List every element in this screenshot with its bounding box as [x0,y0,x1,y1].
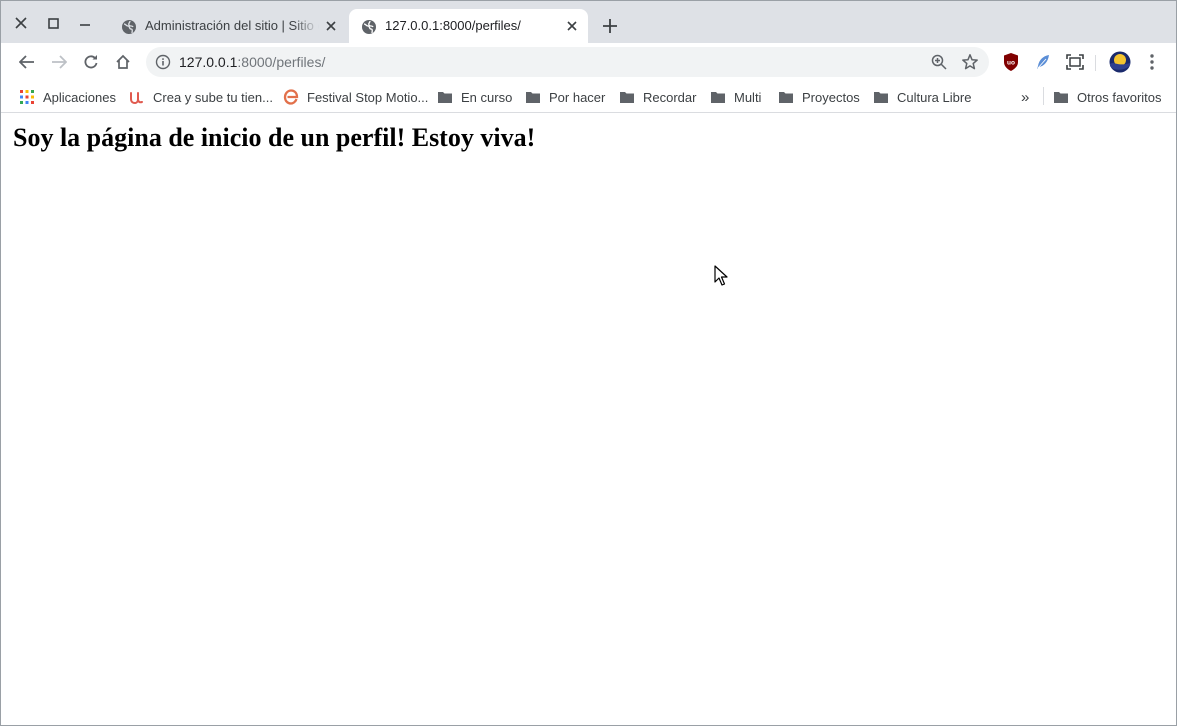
url-text[interactable]: 127.0.0.1:8000/perfiles/ [179,54,325,70]
bookmark-folder-multi[interactable]: Multi [710,86,761,108]
home-icon[interactable] [112,51,134,73]
bookmark-label: En curso [461,89,513,105]
bookmark-festival-stop-motion[interactable]: Festival Stop Motio... [283,86,428,108]
bookmarks-divider [1043,87,1044,105]
udemy-icon [130,92,143,105]
mouse-cursor-icon [714,265,728,286]
forward-arrow-icon[interactable] [48,51,70,73]
bookmark-label: Recordar [643,89,697,105]
bookmark-label: Crea y sube tu tien... [153,89,273,105]
bookmark-label: Cultura Libre [897,89,972,105]
folder-icon [620,92,634,103]
url-host: 127.0.0.1 [179,54,238,70]
bookmark-label: Multi [734,89,762,105]
bookmark-crea-tienda[interactable]: Crea y sube tu tien... [129,86,273,108]
tab-django-admin[interactable]: Administración del sitio | Sitio de admi… [109,9,347,43]
svg-text:uo: uo [1007,60,1015,67]
address-bar[interactable]: 127.0.0.1:8000/perfiles/ [146,47,989,77]
bookmark-label: Proyectos [802,89,860,105]
tab-strip: Administración del sitio | Sitio de admi… [1,1,1176,43]
info-icon[interactable] [155,54,171,70]
bookmark-label: Otros favoritos [1077,89,1162,105]
bookmark-folder-proyectos[interactable]: Proyectos [778,86,860,108]
apps-grid-icon [20,90,34,104]
bookmark-folder-cultura-libre[interactable]: Cultura Libre [873,86,971,108]
e-site-icon [283,89,299,105]
folder-icon [526,92,540,103]
bookmarks-bar: Aplicaciones Crea y sube tu tien... Fest… [1,81,1176,113]
tab-title: Administración del sitio | Sitio de admi… [145,18,319,33]
toolbar-divider [1095,55,1096,71]
bookmark-folder-otros-favoritos[interactable]: Otros favoritos [1053,86,1162,108]
folder-icon [711,92,725,103]
tab-perfiles[interactable]: 127.0.0.1:8000/perfiles/ [349,9,588,43]
feather-extension-icon[interactable] [1033,52,1053,72]
bookmark-folder-recordar[interactable]: Recordar [619,86,696,108]
window-close-icon[interactable] [11,13,31,33]
tab-close-icon[interactable] [325,20,337,32]
bookmark-apps[interactable]: Aplicaciones [19,86,116,108]
tab-title: 127.0.0.1:8000/perfiles/ [385,18,521,33]
folder-icon [1054,92,1068,103]
ublock-extension-icon[interactable]: uo [1001,52,1021,72]
zoom-icon[interactable] [931,54,947,70]
window-minimize-icon[interactable] [75,13,95,33]
window-maximize-icon[interactable] [43,13,63,33]
bookmark-label: Aplicaciones [43,89,116,105]
star-icon[interactable] [961,53,979,71]
back-arrow-icon[interactable] [16,51,38,73]
page-content: Soy la página de inicio de un perfil! Es… [1,114,1176,725]
browser-window: Administración del sitio | Sitio de admi… [0,0,1177,726]
bookmark-label: Festival Stop Motio... [307,89,429,105]
page-heading: Soy la página de inicio de un perfil! Es… [13,123,536,152]
new-tab-icon[interactable] [599,15,621,37]
globe-icon [362,20,376,34]
globe-icon [122,20,136,34]
reload-icon[interactable] [80,51,102,73]
url-path: :8000/perfiles/ [237,54,326,70]
profile-avatar[interactable] [1109,51,1131,73]
screenshot-extension-icon[interactable] [1065,52,1085,72]
menu-icon[interactable] [1141,51,1163,73]
folder-icon [874,92,888,103]
bookmark-label: Por hacer [549,89,606,105]
bookmark-folder-en-curso[interactable]: En curso [437,86,512,108]
bookmarks-overflow-chevron-icon[interactable]: » [1021,86,1029,108]
toolbar: 127.0.0.1:8000/perfiles/ uo [1,43,1176,81]
bookmark-folder-por-hacer[interactable]: Por hacer [525,86,605,108]
folder-icon [779,92,793,103]
tab-close-icon[interactable] [566,20,578,32]
folder-icon [438,92,452,103]
